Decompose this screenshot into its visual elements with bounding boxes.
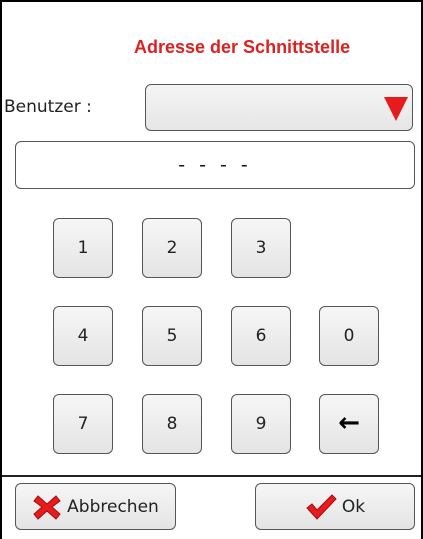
key-2[interactable]: 2 (142, 218, 202, 278)
footer-divider (2, 475, 421, 477)
dialog-title: Adresse der Schnittstelle (134, 37, 351, 57)
left-arrow-icon: ← (338, 408, 360, 438)
user-label: Benutzer : (4, 97, 92, 117)
ok-button[interactable]: Ok (255, 483, 415, 530)
dropdown-arrow-icon[interactable] (384, 97, 408, 121)
ok-button-label: Ok (341, 496, 366, 517)
red-checkmark-icon (306, 493, 337, 520)
key-9[interactable]: 9 (231, 394, 291, 454)
red-x-icon (33, 494, 61, 520)
cancel-button-label: Abbrechen (67, 496, 159, 517)
key-6[interactable]: 6 (231, 306, 291, 366)
key-1[interactable]: 1 (53, 218, 113, 278)
key-8[interactable]: 8 (142, 394, 202, 454)
key-3[interactable]: 3 (231, 218, 291, 278)
cancel-button[interactable]: Abbrechen (15, 483, 176, 530)
user-dropdown[interactable] (145, 84, 413, 131)
key-4[interactable]: 4 (53, 306, 113, 366)
code-display: - - - - (15, 141, 415, 189)
key-7[interactable]: 7 (53, 394, 113, 454)
backspace-button[interactable]: ← (319, 394, 379, 454)
key-5[interactable]: 5 (142, 306, 202, 366)
key-0[interactable]: 0 (319, 306, 379, 366)
